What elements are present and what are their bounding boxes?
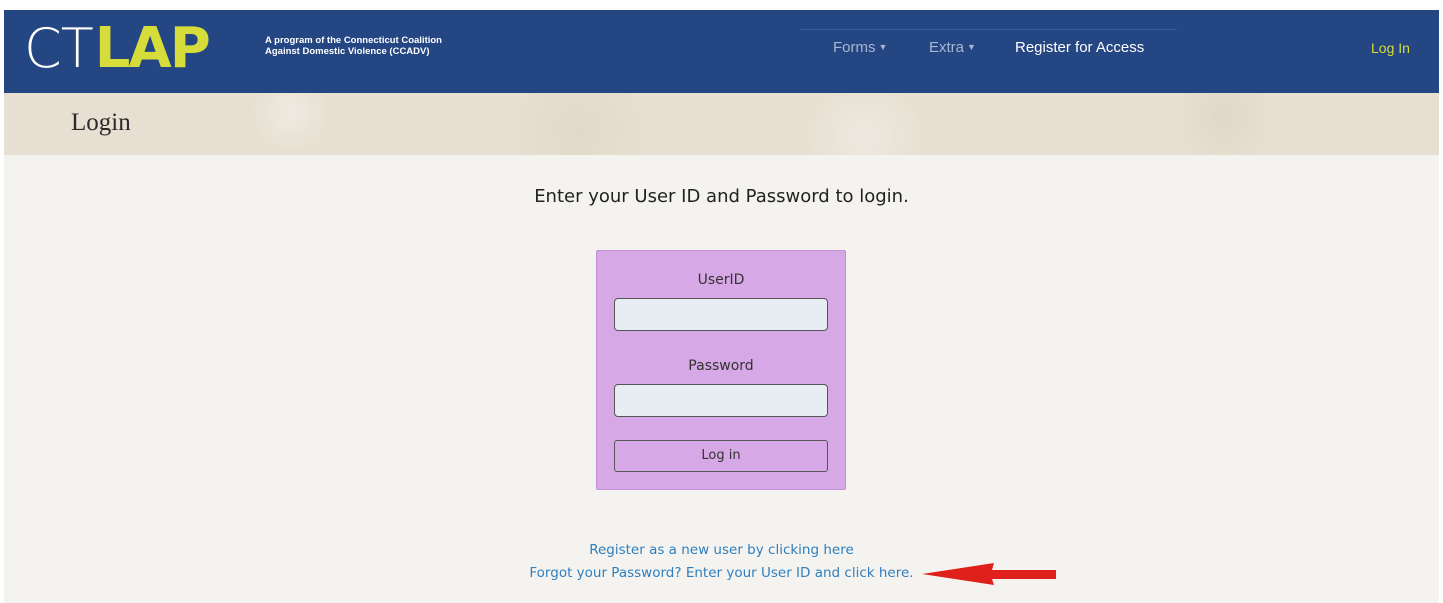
- login-instructions: Enter your User ID and Password to login…: [534, 186, 909, 207]
- nav-forms-label: Forms: [833, 39, 876, 56]
- forgot-link-row: Forgot your Password? Enter your User ID…: [4, 565, 1439, 581]
- logo-tagline: A program of the Connecticut Coalition A…: [265, 35, 495, 57]
- register-link-row: Register as a new user by clicking here: [4, 542, 1439, 558]
- logo-tagline-line2: Against Domestic Violence (CCADV): [265, 46, 430, 57]
- register-new-user-link[interactable]: Register as a new user by clicking here: [589, 542, 854, 558]
- password-input[interactable]: [614, 384, 828, 417]
- nav-divider: [800, 29, 1177, 30]
- nav-extra-dropdown[interactable]: Extra ▼: [929, 39, 976, 56]
- logo-ct-text: CT: [24, 17, 94, 80]
- nav-login-link[interactable]: Log In: [1371, 40, 1410, 56]
- top-navbar: CT LAP A program of the Connecticut Coal…: [4, 10, 1439, 93]
- password-label: Password: [688, 358, 754, 374]
- userid-input[interactable]: [614, 298, 828, 331]
- title-band: Login: [4, 93, 1439, 155]
- caret-down-icon: ▼: [967, 42, 976, 52]
- logo-lap-text: LAP: [94, 16, 211, 81]
- nav-forms-dropdown[interactable]: Forms ▼: [833, 39, 887, 56]
- userid-label: UserID: [697, 272, 745, 288]
- caret-down-icon: ▼: [878, 42, 888, 52]
- page-title: Login: [71, 109, 131, 136]
- nav-extra-label: Extra: [929, 39, 965, 56]
- forgot-password-link[interactable]: Forgot your Password? Enter your User ID…: [529, 565, 913, 581]
- page-frame: CT LAP A program of the Connecticut Coal…: [4, 10, 1439, 603]
- ctlap-logo[interactable]: CT LAP: [24, 16, 211, 81]
- nav-register-link[interactable]: Register for Access: [1015, 39, 1144, 56]
- red-arrow-icon: [922, 563, 1056, 585]
- login-form: UserID Password Log in: [596, 250, 846, 490]
- logo-tagline-line1: A program of the Connecticut Coalition: [265, 35, 442, 46]
- login-submit-button[interactable]: Log in: [614, 440, 828, 472]
